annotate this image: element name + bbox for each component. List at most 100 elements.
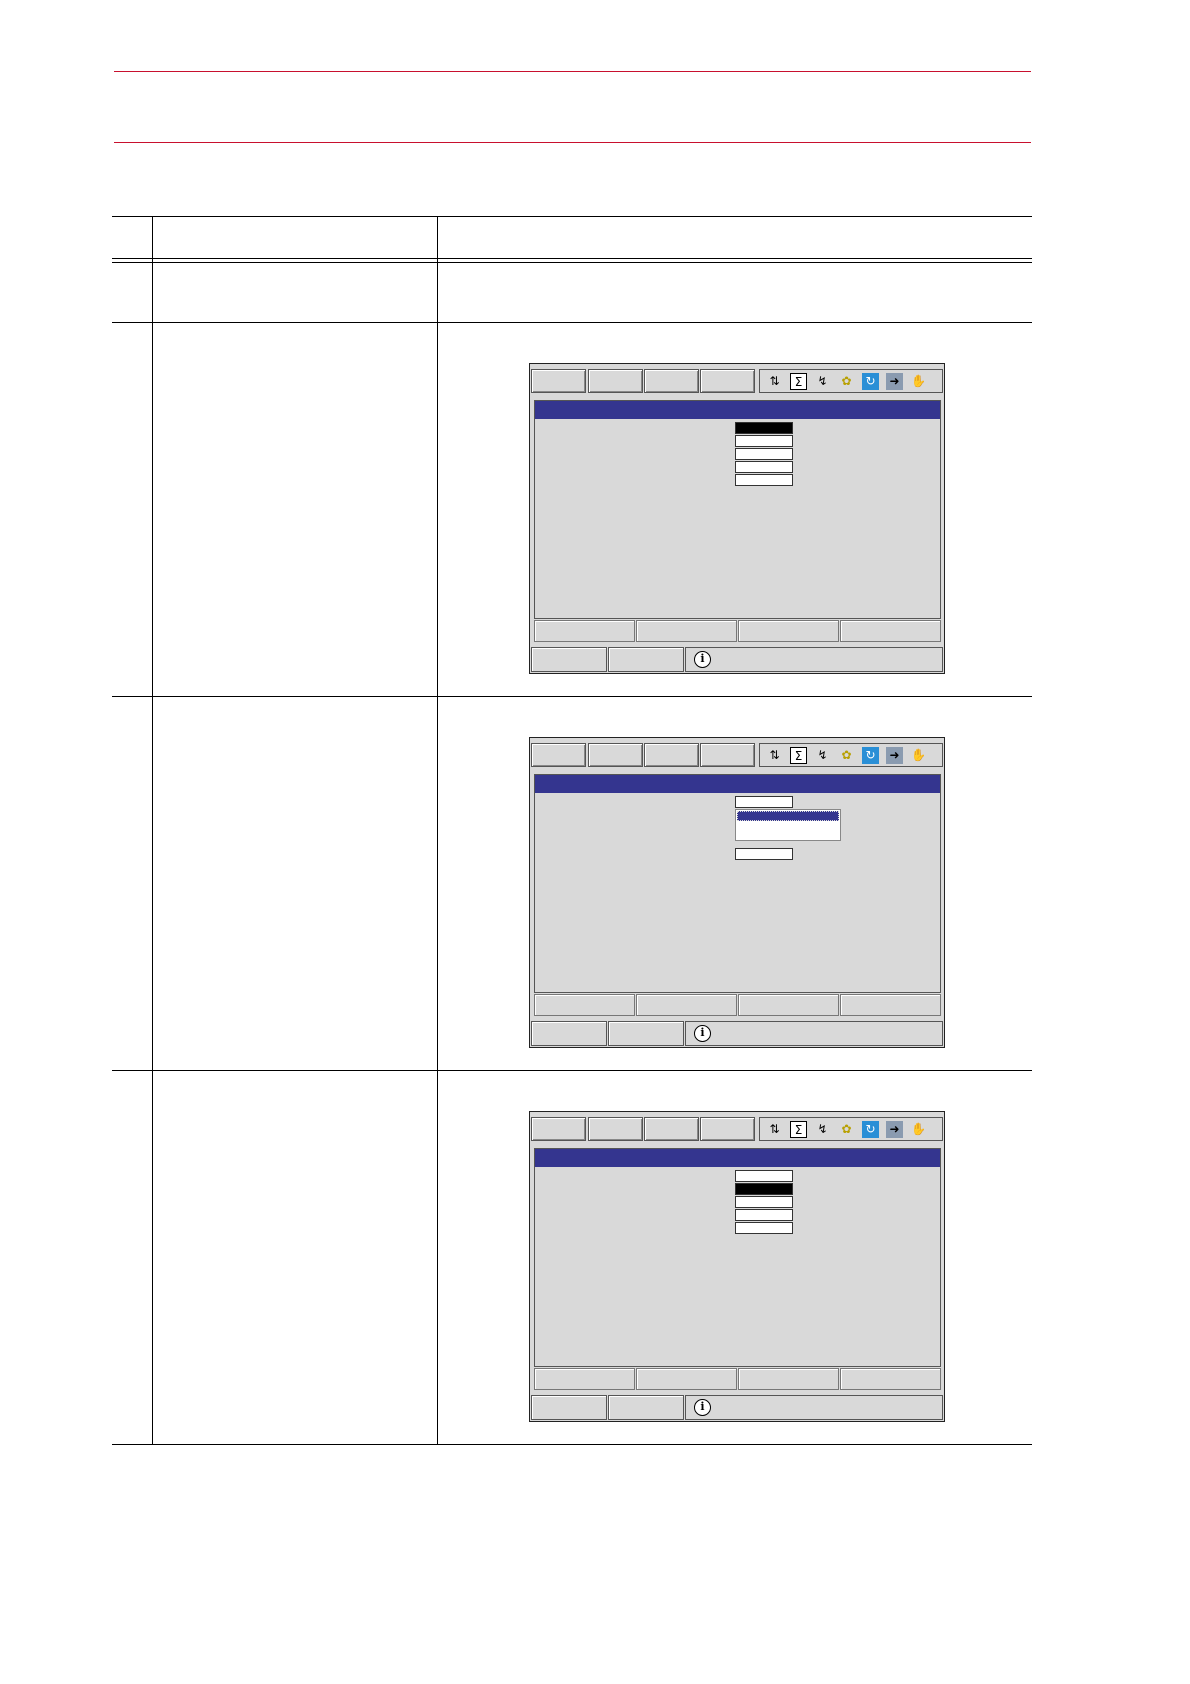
main-content — [534, 774, 941, 993]
menu-tab[interactable] — [644, 1117, 699, 1141]
cycle-icon: ↻ — [862, 747, 879, 764]
setting-field[interactable] — [735, 1209, 793, 1221]
menu-tab-bar: ⇅ Σ ↯ ✿ ↻ ➜ ✋ — [531, 741, 943, 769]
tool-icon: ✿ — [841, 1122, 852, 1136]
softkey[interactable] — [534, 620, 635, 642]
menu-tab[interactable] — [588, 369, 643, 393]
softkey[interactable] — [840, 1368, 941, 1390]
sigma-icon: Σ — [790, 747, 807, 764]
softkey-bar — [534, 1368, 941, 1392]
menu-tab[interactable] — [531, 369, 586, 393]
menu-tab[interactable] — [700, 743, 755, 767]
menu-tab-bar: ⇅ Σ ↯ ✿ ↻ ➜ ✋ — [531, 367, 943, 395]
message-area: i — [685, 1395, 943, 1420]
page-icon: ➜ — [886, 373, 903, 390]
hand-icon: ✋ — [911, 1122, 926, 1136]
message-area: i — [685, 1021, 943, 1046]
bottom-button[interactable] — [608, 1395, 684, 1420]
row-divider — [112, 1070, 1032, 1071]
robot-arm-icon: ↯ — [817, 1122, 828, 1136]
row-divider — [112, 696, 1032, 697]
bottom-button[interactable] — [531, 1395, 607, 1420]
softkey[interactable] — [738, 1368, 839, 1390]
softkey[interactable] — [636, 620, 737, 642]
setting-field-selected[interactable] — [735, 422, 793, 434]
table-top-border — [112, 216, 1032, 217]
menu-tab-bar: ⇅ Σ ↯ ✿ ↻ ➜ ✋ — [531, 1115, 943, 1143]
setting-field[interactable] — [735, 1222, 793, 1234]
pendant-screen-2: ⇅ Σ ↯ ✿ ↻ ➜ ✋ i — [529, 737, 945, 1048]
sigma-icon: Σ — [790, 1121, 807, 1138]
menu-tab[interactable] — [700, 1117, 755, 1141]
header-bottom-rule — [114, 142, 1031, 143]
cycle-icon: ↻ — [862, 1121, 879, 1138]
sort-icon: ⇅ — [769, 374, 780, 388]
hand-icon: ✋ — [911, 374, 926, 388]
softkey-bar — [534, 620, 941, 644]
status-icon-bar: ⇅ Σ ↯ ✿ ↻ ➜ ✋ — [759, 743, 943, 767]
softkey[interactable] — [636, 1368, 737, 1390]
pendant-screen-3: ⇅ Σ ↯ ✿ ↻ ➜ ✋ i — [529, 1111, 945, 1422]
menu-tab[interactable] — [700, 369, 755, 393]
sort-icon: ⇅ — [769, 1122, 780, 1136]
bottom-button[interactable] — [608, 647, 684, 672]
bottom-button[interactable] — [531, 1021, 607, 1046]
tool-icon: ✿ — [841, 374, 852, 388]
menu-tab[interactable] — [531, 743, 586, 767]
setting-field[interactable] — [735, 1196, 793, 1208]
setting-field[interactable] — [735, 1170, 793, 1182]
setting-field[interactable] — [735, 435, 793, 447]
tool-icon: ✿ — [841, 748, 852, 762]
status-icon-bar: ⇅ Σ ↯ ✿ ↻ ➜ ✋ — [759, 369, 943, 393]
bottom-button[interactable] — [608, 1021, 684, 1046]
info-icon: i — [694, 1399, 711, 1416]
setting-field[interactable] — [735, 796, 793, 808]
status-icon-bar: ⇅ Σ ↯ ✿ ↻ ➜ ✋ — [759, 1117, 943, 1141]
selection-dropdown[interactable] — [735, 809, 841, 841]
softkey[interactable] — [738, 620, 839, 642]
dropdown-highlighted-option[interactable] — [737, 811, 839, 821]
main-content — [534, 400, 941, 619]
info-icon: i — [694, 651, 711, 668]
header-top-rule — [114, 71, 1031, 72]
menu-tab[interactable] — [531, 1117, 586, 1141]
cycle-icon: ↻ — [862, 373, 879, 390]
main-content — [534, 1148, 941, 1367]
column-divider — [437, 216, 438, 1444]
setting-field[interactable] — [735, 474, 793, 486]
bottom-bar: i — [531, 1021, 943, 1047]
screen-title-bar — [535, 775, 940, 793]
softkey[interactable] — [534, 994, 635, 1016]
screen-title-bar — [535, 1149, 940, 1167]
page-icon: ➜ — [886, 1121, 903, 1138]
softkey[interactable] — [534, 1368, 635, 1390]
softkey[interactable] — [738, 994, 839, 1016]
setting-field[interactable] — [735, 461, 793, 473]
softkey[interactable] — [840, 620, 941, 642]
row-divider — [112, 322, 1032, 323]
column-divider — [152, 216, 153, 1444]
setting-field[interactable] — [735, 848, 793, 860]
setting-field-selected[interactable] — [735, 1183, 793, 1195]
menu-tab[interactable] — [644, 369, 699, 393]
screen-title-bar — [535, 401, 940, 419]
setting-field[interactable] — [735, 448, 793, 460]
sigma-icon: Σ — [790, 373, 807, 390]
menu-tab[interactable] — [588, 1117, 643, 1141]
info-icon: i — [694, 1025, 711, 1042]
softkey[interactable] — [636, 994, 737, 1016]
softkey[interactable] — [840, 994, 941, 1016]
bottom-button[interactable] — [531, 647, 607, 672]
table-header-rule-2 — [112, 262, 1032, 263]
robot-arm-icon: ↯ — [817, 374, 828, 388]
message-area: i — [685, 647, 943, 672]
menu-tab[interactable] — [644, 743, 699, 767]
page-icon: ➜ — [886, 747, 903, 764]
softkey-bar — [534, 994, 941, 1018]
table-header-rule-1 — [112, 258, 1032, 259]
hand-icon: ✋ — [911, 748, 926, 762]
menu-tab[interactable] — [588, 743, 643, 767]
bottom-bar: i — [531, 1395, 943, 1421]
bottom-bar: i — [531, 647, 943, 673]
pendant-screen-1: ⇅ Σ ↯ ✿ ↻ ➜ ✋ i — [529, 363, 945, 674]
